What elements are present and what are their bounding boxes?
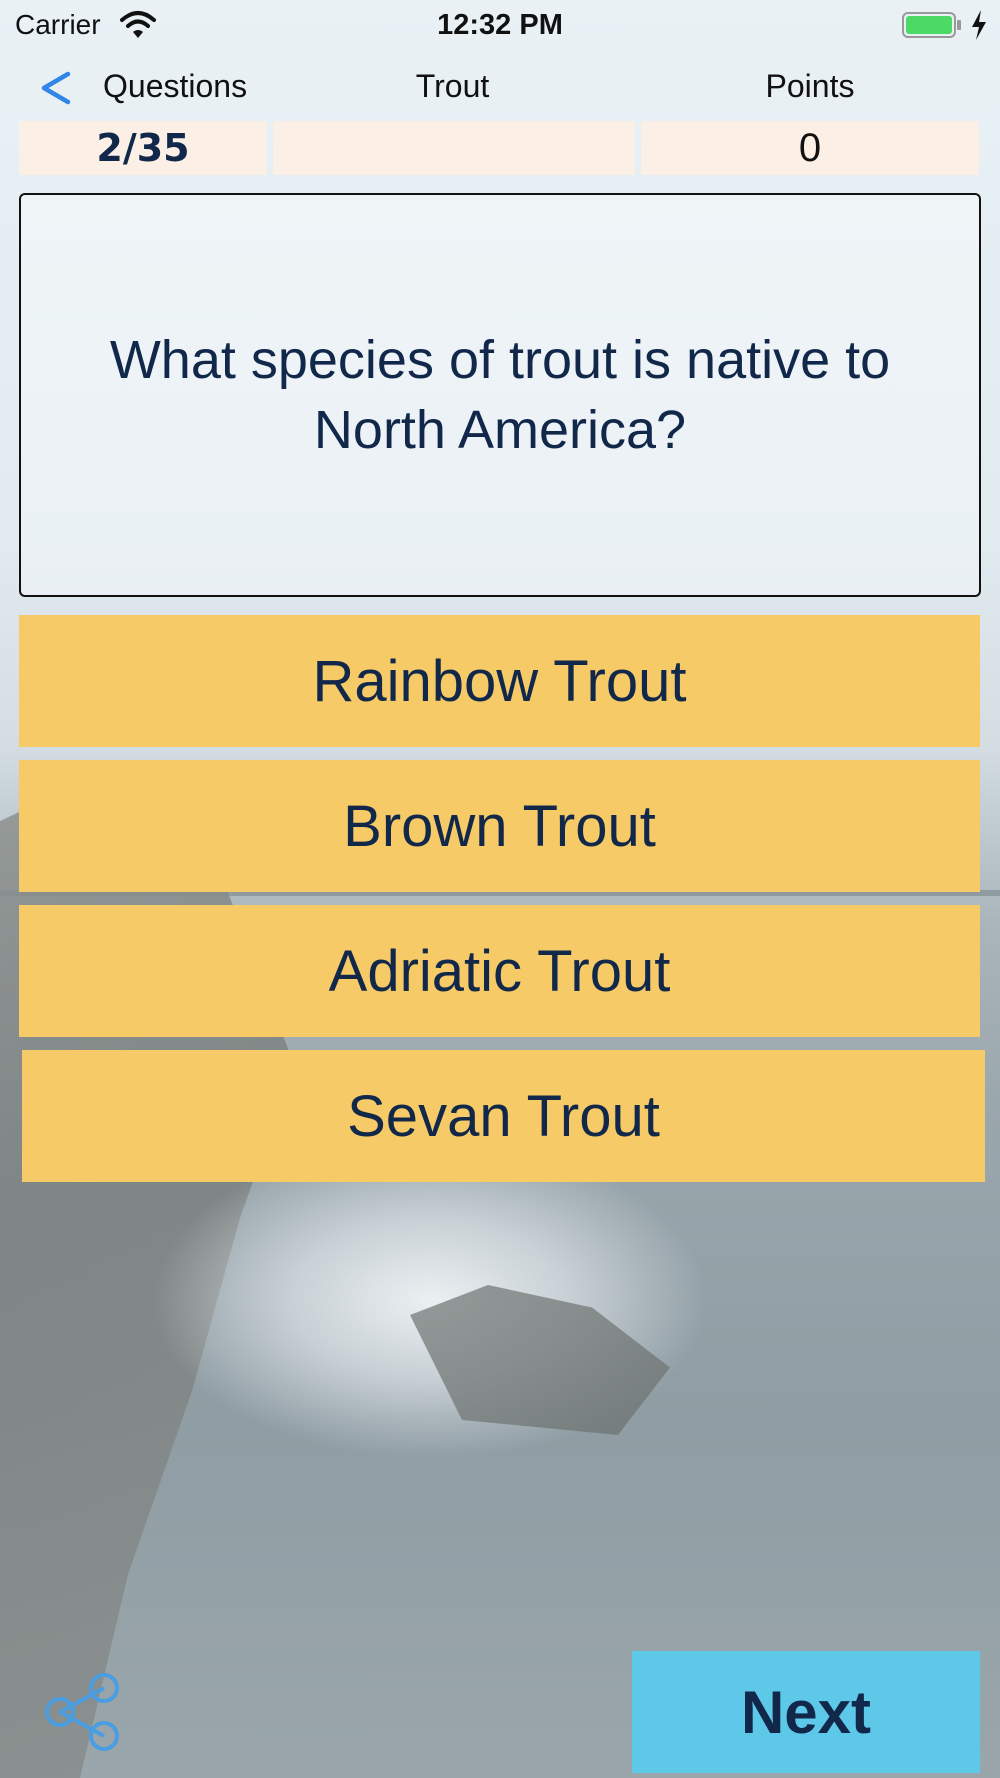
charging-bolt-icon (972, 10, 986, 40)
points-label: Points (765, 68, 855, 104)
answer-option-4[interactable]: Sevan Trout (22, 1050, 985, 1182)
points-value: 0 (641, 121, 979, 175)
question-text: What species of trout is native to North… (109, 330, 891, 460)
status-bar: Carrier 12:32 PM (0, 0, 1000, 52)
page-title: Trout (415, 68, 490, 104)
title-spacer-cell (273, 121, 635, 175)
answer-option-3[interactable]: Adriatic Trout (19, 905, 980, 1037)
answer-option-1[interactable]: Rainbow Trout (19, 615, 980, 747)
questions-label: Questions (103, 68, 248, 104)
battery-icon (902, 12, 961, 38)
status-time: 12:32 PM (437, 9, 563, 41)
nav-bar: Questions Trout Points (0, 60, 1000, 120)
question-card: What species of trout is native to North… (19, 193, 981, 597)
next-button[interactable]: Next (632, 1651, 980, 1773)
question-progress: 2/35 (19, 121, 267, 175)
share-icon[interactable] (40, 1670, 124, 1754)
answer-option-2[interactable]: Brown Trout (19, 760, 980, 892)
chevron-left-icon[interactable] (38, 68, 72, 108)
